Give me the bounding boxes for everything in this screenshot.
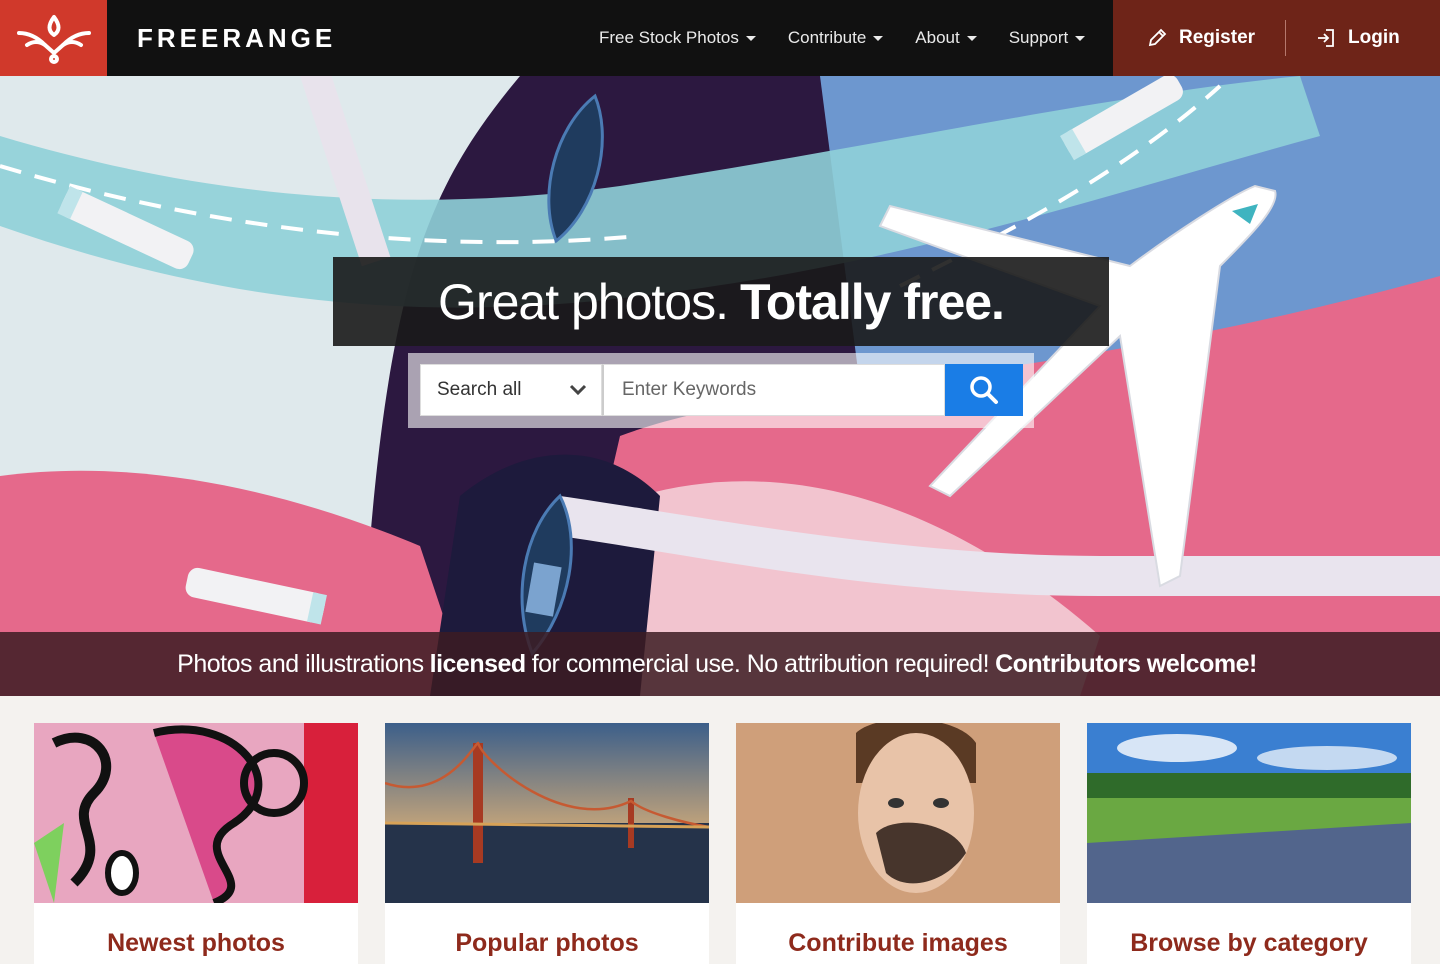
headline-light: Great photos. bbox=[438, 273, 729, 330]
tagline-text-2: for commercial use. No attribution requi… bbox=[531, 649, 990, 678]
auth-area: Register Login bbox=[1113, 0, 1440, 76]
menu-label: Contribute bbox=[787, 28, 867, 47]
graffiti-image bbox=[34, 723, 358, 903]
pencil-icon bbox=[1148, 28, 1167, 47]
menu-support[interactable]: Support bbox=[993, 28, 1102, 48]
search-scope-select[interactable]: Search all bbox=[420, 364, 602, 416]
search-scope-value: Search all bbox=[437, 379, 522, 400]
menu-contribute[interactable]: Contribute bbox=[772, 28, 899, 48]
menu-free-stock-photos[interactable]: Free Stock Photos bbox=[583, 28, 772, 48]
menu-about[interactable]: About bbox=[899, 28, 992, 48]
portrait-image bbox=[736, 723, 1060, 903]
menu-label: Free Stock Photos bbox=[599, 28, 739, 47]
card-title: Contribute images bbox=[788, 929, 1008, 957]
top-navbar: FREERANGE Free Stock Photos Contribute A… bbox=[0, 0, 1440, 76]
meadow-image bbox=[1087, 723, 1411, 903]
search-input[interactable] bbox=[602, 364, 945, 416]
card-title: Browse by category bbox=[1130, 929, 1368, 957]
login-icon bbox=[1318, 29, 1334, 47]
caret-down-icon bbox=[745, 35, 756, 41]
card-browse-category[interactable]: Browse by category bbox=[1087, 723, 1411, 964]
register-label: Register bbox=[1179, 27, 1256, 48]
caret-down-icon bbox=[1075, 35, 1086, 41]
caret-down-icon bbox=[966, 35, 977, 41]
login-label: Login bbox=[1348, 27, 1400, 48]
tagline-bold-1: licensed bbox=[429, 649, 527, 678]
tagline-bold-2: Contributors welcome! bbox=[995, 649, 1257, 678]
feature-cards: Newest photos Popular photos Contribute … bbox=[34, 723, 1411, 964]
caret-down-icon bbox=[873, 35, 884, 41]
card-popular-photos[interactable]: Popular photos bbox=[385, 723, 709, 964]
card-title: Newest photos bbox=[107, 929, 285, 957]
tagline-text-1: Photos and illustrations bbox=[177, 649, 424, 678]
hero-banner: Great photos. Totally free. Search all bbox=[0, 76, 1440, 696]
card-contribute-images[interactable]: Contribute images bbox=[736, 723, 1060, 964]
bridge-image bbox=[385, 723, 709, 903]
search-button[interactable] bbox=[945, 364, 1023, 416]
register-button[interactable]: Register bbox=[1147, 27, 1255, 49]
card-newest-photos[interactable]: Newest photos bbox=[34, 723, 358, 964]
login-button[interactable]: Login bbox=[1316, 27, 1400, 49]
tagline-bar: Photos and illustrations licensed for co… bbox=[0, 632, 1440, 696]
card-title: Popular photos bbox=[455, 929, 639, 957]
logo[interactable] bbox=[0, 0, 107, 76]
freerange-logo-icon bbox=[16, 15, 91, 64]
main-menu: Free Stock Photos Contribute About Suppo… bbox=[583, 0, 1101, 76]
hero-headline: Great photos. Totally free. bbox=[333, 257, 1109, 346]
headline-bold: Totally free. bbox=[740, 273, 1005, 330]
brand-name[interactable]: FREERANGE bbox=[107, 0, 527, 76]
menu-label: About bbox=[915, 28, 960, 47]
search-bar: Search all bbox=[408, 353, 1034, 428]
chevron-down-icon bbox=[569, 384, 587, 396]
search-icon bbox=[970, 376, 998, 404]
auth-divider bbox=[1285, 20, 1287, 56]
menu-label: Support bbox=[1008, 28, 1069, 47]
